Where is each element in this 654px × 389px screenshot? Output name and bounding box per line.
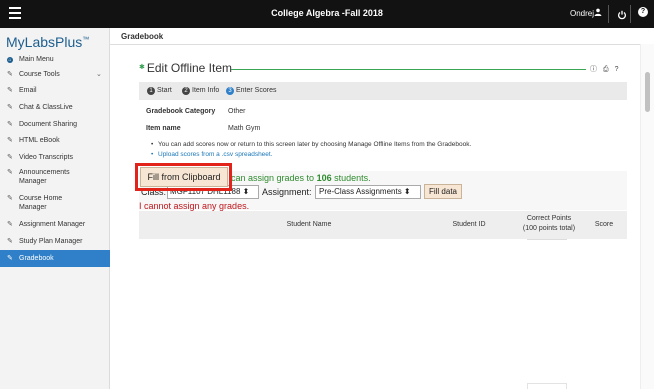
- instructions-list: You can add scores now or return to this…: [150, 140, 471, 160]
- chevron-down-icon[interactable]: ⌄: [96, 70, 102, 79]
- logo-trademark: ™: [82, 36, 90, 44]
- upload-csv-link[interactable]: Upload scores from a .csv spreadsheet.: [150, 150, 471, 160]
- wizard-steps: 1 Start 2 Item Info 3 Enter Scores: [139, 82, 627, 100]
- sidebar-item-html-ebook[interactable]: ✎ HTML eBook: [0, 136, 110, 145]
- sidebar-item-gradebook[interactable]: ✎ Gradebook: [0, 250, 110, 267]
- sidebar-item-label: Gradebook: [19, 255, 54, 262]
- gradebook-category-value: Other: [228, 108, 246, 115]
- scrollbar-thumb[interactable]: [645, 72, 650, 112]
- fill-data-button[interactable]: Fill data: [424, 184, 462, 199]
- power-icon[interactable]: [617, 7, 627, 20]
- step-item-info[interactable]: 2 Item Info: [182, 87, 219, 95]
- sidebar-item-study-plan-manager[interactable]: ✎ Study Plan Manager: [0, 237, 110, 246]
- page-header: Gradebook: [121, 32, 164, 41]
- sidebar-item-label: Main Menu: [19, 56, 54, 63]
- info-icon[interactable]: ⓘ: [590, 66, 603, 73]
- sidebar-item-label: Announcements Manager: [19, 169, 70, 185]
- sidebar-item-label: Document Sharing: [19, 121, 77, 128]
- item-name-label: Item name: [146, 125, 181, 132]
- link-icon: ✎: [7, 137, 13, 144]
- step-label: Item Info: [192, 87, 220, 94]
- sidebar-item-main-menu[interactable]: ⌂ Main Menu: [0, 55, 110, 64]
- sidebar-item-label: Course Tools: [19, 71, 60, 78]
- link-icon: ✎: [7, 255, 13, 262]
- scores-table-header: Student Name Student ID Correct Points (…: [139, 211, 627, 239]
- sidebar-item-label: Study Plan Manager: [19, 238, 83, 245]
- instruction-item: You can add scores now or return to this…: [150, 140, 471, 150]
- sidebar-item-email[interactable]: ✎ Email: [0, 86, 110, 95]
- title-divider: [231, 69, 586, 70]
- sidebar-item-label: Chat & ClassLive: [19, 104, 73, 111]
- link-icon: ✎: [7, 238, 13, 245]
- home-icon: ⌂: [7, 57, 13, 63]
- grade-text-suffix: students.: [331, 173, 371, 183]
- header-divider: [110, 44, 654, 45]
- column-points-total: (100 points total): [522, 225, 576, 232]
- help-icon[interactable]: ?: [638, 7, 648, 17]
- sidebar-item-label: Assignment Manager: [19, 221, 86, 228]
- sidebar-item-label: Course Home Manager: [19, 195, 63, 211]
- title-actions: ⓘ⎙?: [590, 64, 625, 74]
- column-correct-points[interactable]: Correct Points: [509, 215, 589, 222]
- help-icon[interactable]: ?: [615, 66, 625, 73]
- student-count: 106: [316, 173, 332, 183]
- print-icon[interactable]: ⎙: [603, 66, 615, 73]
- sidebar-item-label: HTML eBook: [19, 137, 60, 144]
- grade-count-text: can assign grades to 106 students.: [231, 173, 371, 183]
- sidebar-item-assignment-manager[interactable]: ✎ Assignment Manager: [0, 220, 110, 229]
- step-number: 3: [226, 87, 234, 95]
- sidebar-item-chat[interactable]: ✎ Chat & ClassLive: [0, 103, 110, 112]
- step-label: Start: [157, 87, 172, 94]
- sidebar-item-video-transcripts[interactable]: ✎ Video Transcripts: [0, 153, 110, 162]
- gradebook-category-label: Gradebook Category: [146, 108, 216, 115]
- sidebar-item-label: Email: [19, 87, 37, 94]
- link-icon: ✎: [7, 121, 13, 128]
- top-bar: College Algebra -Fall 2018 Ondrej ?: [0, 0, 654, 28]
- points-input-bottom[interactable]: [527, 383, 567, 389]
- logo[interactable]: MyLabsPlus™: [6, 34, 89, 50]
- link-icon: ✎: [7, 104, 13, 111]
- step-enter-scores[interactable]: 3 Enter Scores: [226, 87, 276, 95]
- tools-icon: ✎: [7, 71, 13, 78]
- user-icon[interactable]: [594, 8, 602, 18]
- topbar-divider: [608, 5, 609, 23]
- course-title: College Algebra -Fall 2018: [271, 8, 383, 18]
- column-student-id[interactable]: Student ID: [434, 221, 504, 228]
- user-name[interactable]: Ondrej: [570, 9, 594, 18]
- link-icon: ✎: [7, 154, 13, 161]
- sidebar: MyLabsPlus™ ⌂ Main Menu ✎ Course Tools ⌄…: [0, 28, 110, 389]
- topbar-divider: [630, 5, 631, 23]
- star-icon: ✱: [139, 64, 145, 71]
- sidebar-item-announcements-manager[interactable]: ✎ Announcements Manager: [0, 168, 110, 186]
- sidebar-item-course-home-manager[interactable]: ✎ Course Home Manager: [0, 194, 110, 212]
- points-input[interactable]: [527, 239, 567, 242]
- highlight-box: [135, 163, 232, 191]
- grade-text-prefix: can assign grades to: [231, 173, 317, 183]
- assignment-label: Assignment:: [262, 187, 312, 197]
- sidebar-item-document-sharing[interactable]: ✎ Document Sharing: [0, 120, 110, 129]
- link-icon: ✎: [7, 221, 13, 228]
- column-student-name[interactable]: Student Name: [239, 221, 379, 228]
- assignment-select-value: Pre-Class Assignments: [319, 187, 402, 196]
- step-label: Enter Scores: [236, 87, 277, 94]
- step-number: 2: [182, 87, 190, 95]
- column-score[interactable]: Score: [589, 221, 619, 228]
- item-name-value: Math Gym: [228, 125, 261, 132]
- main-content: Gradebook ✱ Edit Offline Item ⓘ⎙? 1 Start …: [110, 28, 654, 389]
- error-message: I cannot assign any grades.: [139, 201, 250, 211]
- sidebar-item-course-tools[interactable]: ✎ Course Tools ⌄: [0, 70, 110, 79]
- sidebar-item-label: Video Transcripts: [19, 154, 73, 161]
- scrollbar[interactable]: [640, 44, 654, 389]
- link-icon: ✎: [7, 169, 13, 176]
- step-number: 1: [147, 87, 155, 95]
- step-start[interactable]: 1 Start: [147, 87, 172, 95]
- page-title-text: Edit Offline Item: [146, 61, 233, 75]
- link-icon: ✎: [7, 87, 13, 94]
- page-title: ✱ Edit Offline Item: [139, 61, 232, 75]
- logo-text: MyLabsPlus: [6, 34, 83, 50]
- assignment-select[interactable]: Pre-Class Assignments ⬍: [315, 185, 421, 199]
- link-icon: ✎: [7, 195, 13, 202]
